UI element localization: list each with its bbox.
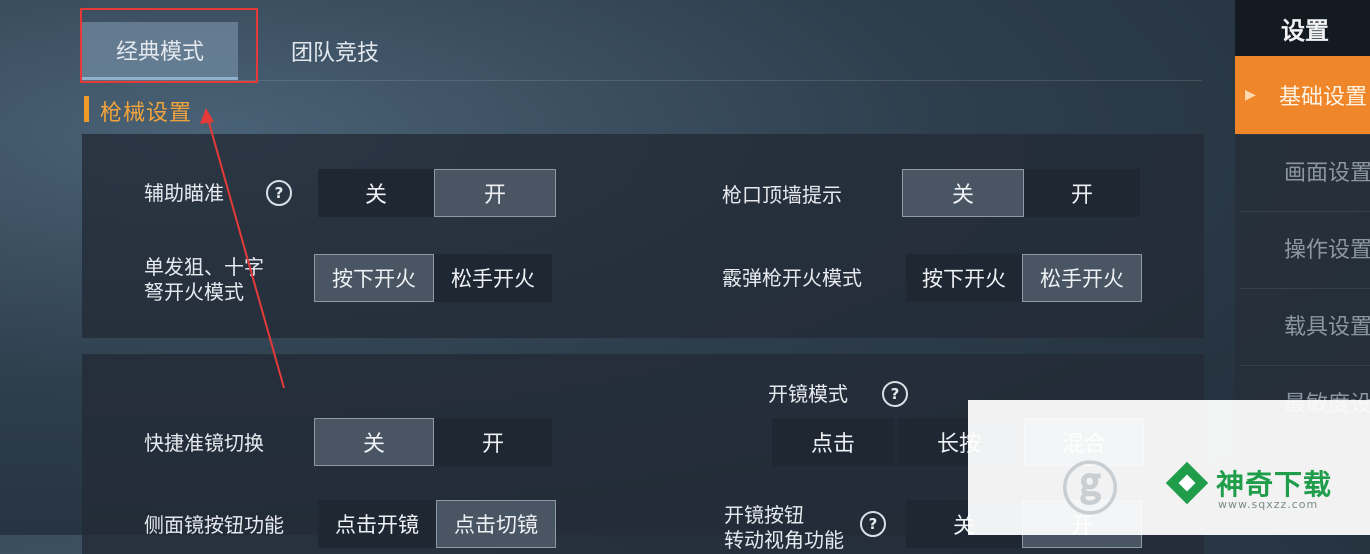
sidebar-item-vehicle[interactable]: 载具设置 xyxy=(1240,288,1370,360)
chevron-right-icon: ▶ xyxy=(1245,87,1256,103)
sidebar-item-label: 画面设置 xyxy=(1284,160,1370,186)
sidebar-title: 设置 xyxy=(1235,0,1370,56)
watermark-brand-name: 神奇下载 xyxy=(1216,468,1333,501)
sidebar-item-label: 载具设置 xyxy=(1284,314,1370,340)
sidebar-item-controls[interactable]: 操作设置 xyxy=(1240,211,1370,283)
sidebar-item-label: 操作设置 xyxy=(1284,237,1370,263)
watermark-url: www.sqxzz.com xyxy=(1218,498,1319,511)
sidebar-item-graphics[interactable]: 画面设置 xyxy=(1240,134,1370,206)
sidebar-item-basic[interactable]: ▶ 基础设置 xyxy=(1235,56,1370,134)
sidebar-item-label: 基础设置 xyxy=(1279,85,1368,110)
watermark-logo-icon: ⓖ xyxy=(1062,458,1118,523)
